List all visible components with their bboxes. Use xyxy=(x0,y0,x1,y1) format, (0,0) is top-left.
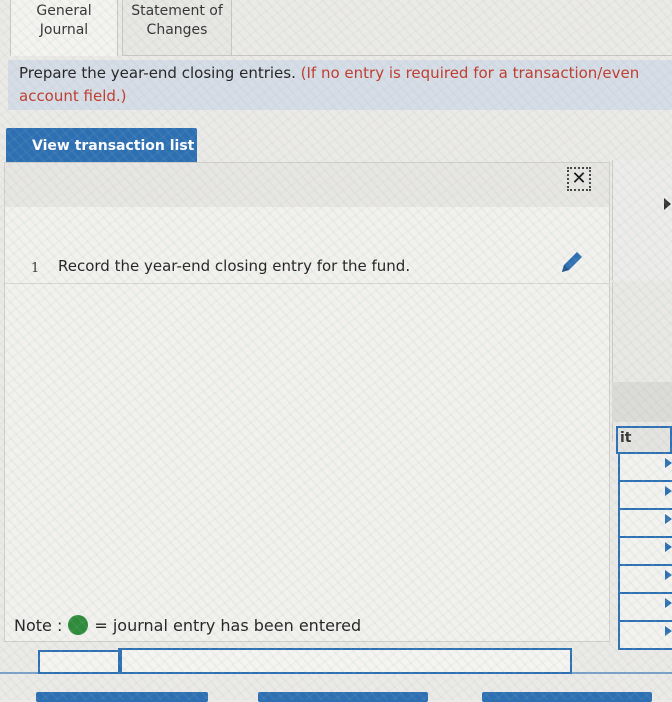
credit-cell[interactable] xyxy=(618,510,672,538)
account-input[interactable] xyxy=(38,650,120,674)
credit-cell[interactable] xyxy=(618,482,672,510)
credit-cell[interactable] xyxy=(618,594,672,622)
journal-table-partial: it xyxy=(612,160,672,700)
transaction-number: 1 xyxy=(31,261,40,276)
pencil-icon[interactable] xyxy=(557,247,587,277)
panel-header: ✕ xyxy=(5,163,609,207)
note-suffix: = journal entry has been entered xyxy=(94,616,362,635)
note-legend: Note : = journal entry has been entered xyxy=(14,615,361,635)
bottom-button-2[interactable] xyxy=(258,692,428,702)
credit-cell[interactable] xyxy=(618,622,672,650)
instruction-box: Prepare the year-end closing entries. (I… xyxy=(8,60,672,110)
instruction-text: Prepare the year-end closing entries. xyxy=(19,64,296,82)
table-band xyxy=(612,382,672,422)
tab-general-journal[interactable]: General Journal xyxy=(10,0,118,56)
credit-cell[interactable] xyxy=(618,538,672,566)
note-prefix: Note : xyxy=(14,616,63,635)
bottom-divider xyxy=(0,672,672,674)
tab-bar: General Journal Statement of Changes xyxy=(0,0,672,58)
bottom-button-1[interactable] xyxy=(36,692,208,702)
tab-label-line2: Changes xyxy=(146,22,208,38)
scroll-right-arrow-icon[interactable] xyxy=(664,198,671,210)
credit-cell[interactable] xyxy=(618,454,672,482)
close-icon[interactable]: ✕ xyxy=(567,167,591,191)
tab-divider xyxy=(232,55,672,56)
entered-indicator-icon xyxy=(68,615,89,635)
bottom-button-3[interactable] xyxy=(482,692,652,702)
view-transaction-list-button[interactable]: View transaction list xyxy=(6,128,197,173)
tab-label-line2: Journal xyxy=(39,22,89,38)
amount-input[interactable] xyxy=(118,648,572,674)
credit-column-header: it xyxy=(616,426,672,454)
credit-cell[interactable] xyxy=(618,566,672,594)
instruction-note-line1: (If no entry is required for a transacti… xyxy=(300,64,640,82)
transaction-description: Record the year-end closing entry for th… xyxy=(58,257,411,275)
instruction-note-line2: account field.) xyxy=(19,87,127,105)
transaction-row: 1 Record the year-end closing entry for … xyxy=(5,225,609,284)
tab-label-line1: General xyxy=(36,3,92,19)
journal-entry-panel: ✕ 1 Record the year-end closing entry fo… xyxy=(4,162,610,642)
tab-label-line1: Statement of xyxy=(131,3,223,19)
table-area-top xyxy=(612,160,672,280)
tab-statement-of-changes[interactable]: Statement of Changes xyxy=(122,0,232,56)
